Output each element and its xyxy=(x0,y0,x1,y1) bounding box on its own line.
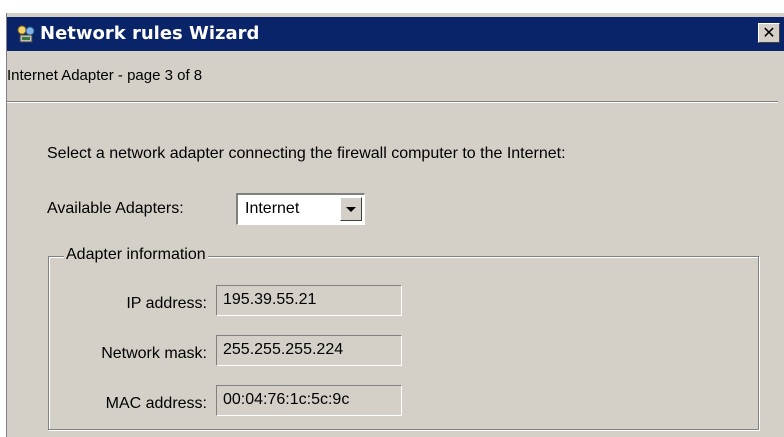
adapter-select[interactable]: Internet xyxy=(236,193,365,225)
network-mask-label: Network mask: xyxy=(101,345,207,362)
adapter-info-legend: Adapter information xyxy=(64,246,208,264)
close-icon: ✕ xyxy=(762,23,776,42)
ip-address-label: IP address: xyxy=(126,295,207,312)
title-bar[interactable]: Network rules Wizard ✕ xyxy=(7,17,784,51)
window-title: Network rules Wizard xyxy=(40,23,260,44)
page-header: Internet Adapter - page 3 of 8 xyxy=(7,57,784,101)
dropdown-button[interactable] xyxy=(340,197,362,221)
available-adapters-label: Available Adapters: xyxy=(47,200,184,217)
ip-address-field[interactable]: 195.39.55.21 xyxy=(216,285,402,316)
adapter-select-value: Internet xyxy=(245,200,300,217)
mac-address-field[interactable]: 00:04:76:1c:5c:9c xyxy=(216,385,402,416)
mac-address-label: MAC address: xyxy=(105,395,207,412)
network-wizard-icon xyxy=(17,25,35,43)
page-subtitle: Internet Adapter - page 3 of 8 xyxy=(7,67,203,84)
network-mask-field[interactable]: 255.255.255.224 xyxy=(216,335,402,366)
chevron-down-icon xyxy=(346,207,356,212)
wizard-window: Network rules Wizard ✕ Internet Adapter … xyxy=(6,13,784,437)
instruction-text: Select a network adapter connecting the … xyxy=(47,145,566,162)
header-separator xyxy=(7,101,778,103)
close-button[interactable]: ✕ xyxy=(758,23,780,43)
